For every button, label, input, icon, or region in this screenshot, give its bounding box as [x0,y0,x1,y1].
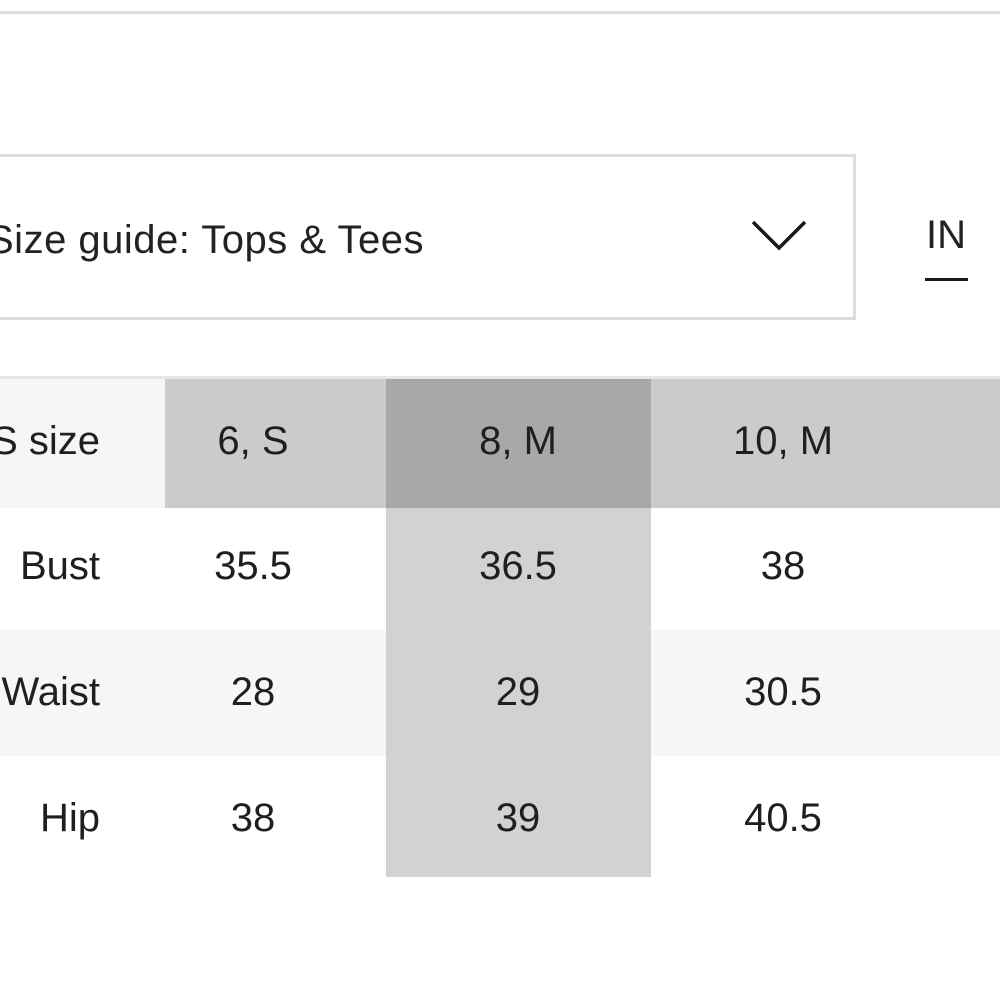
cell-hip-8-m: 39 [495,796,541,840]
unit-label: IN [926,213,966,257]
row-label-waist: Waist [1,670,100,714]
size-guide-select[interactable]: Size guide: Tops & Tees [0,154,856,320]
row-label-hip: Hip [39,796,100,840]
cell-bust-10-m: 38 [760,544,806,588]
unit-active-underline [925,278,968,281]
cell-waist-6-s: 28 [230,670,276,714]
row-label-bust: Bust [19,544,100,588]
size-guide-select-label: Size guide: Tops & Tees [0,218,424,262]
cell-hip-6-s: 38 [230,796,276,840]
cell-hip-10-m: 40.5 [744,796,822,840]
column-header-8-m[interactable]: 8, M [479,417,557,465]
chevron-down-icon [751,220,807,251]
cell-bust-8-m: 36.5 [479,544,557,588]
unit-toggle-in[interactable]: IN [918,200,974,284]
column-header-10-m[interactable]: 10, M [733,417,833,465]
column-header-6-s[interactable]: 6, S [217,417,288,465]
cell-waist-10-m: 30.5 [744,670,822,714]
header-label: US size [0,419,100,463]
top-divider [0,11,1000,14]
cell-bust-6-s: 35.5 [214,544,292,588]
cell-waist-8-m: 29 [495,670,541,714]
